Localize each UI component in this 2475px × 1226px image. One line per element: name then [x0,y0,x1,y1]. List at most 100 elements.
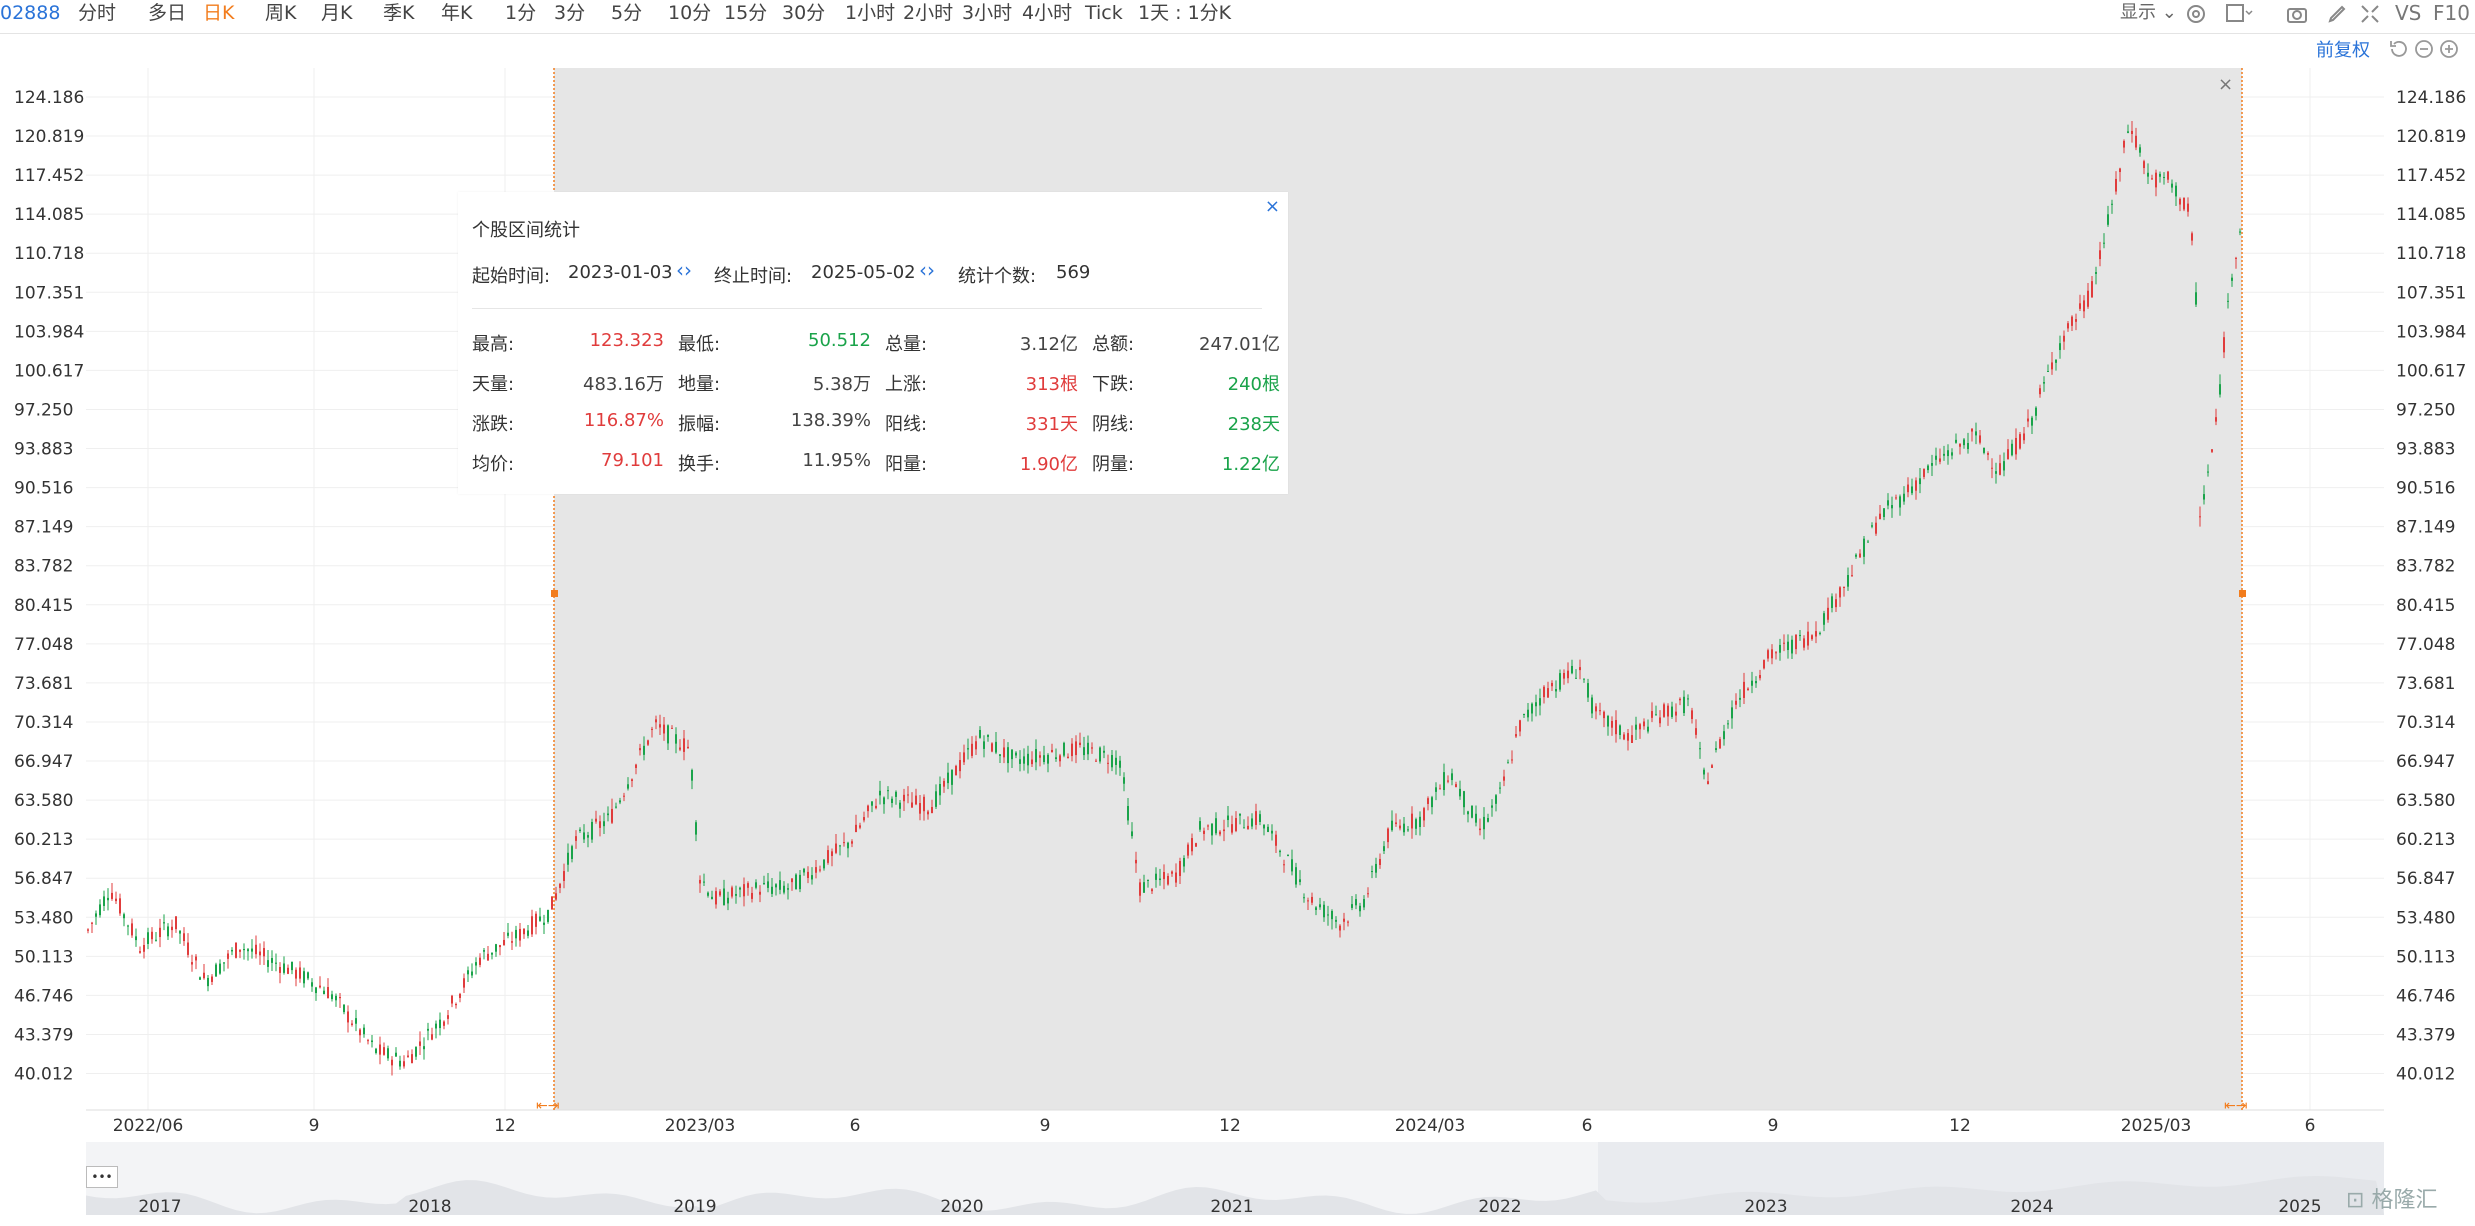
candle-body [711,896,713,900]
candle-body [1127,806,1129,821]
candle-body [499,945,501,948]
candle-body [447,1015,449,1019]
candle-body [2003,461,2005,471]
candle-body [1191,838,1193,852]
y-tick-label: 110.718 [2396,244,2466,264]
candle-body [911,802,913,808]
candle-body [1627,733,1629,741]
candle-body [327,987,329,999]
candle-body [1259,814,1261,822]
candle-body [1175,872,1177,883]
candle-body [1035,749,1037,763]
candle-body [559,883,561,888]
candle-body [1079,742,1081,745]
selection-close-icon[interactable]: × [2218,74,2233,95]
range-end-arrows[interactable]: ⇤⇥ [2224,1098,2247,1114]
end-value[interactable]: 2025-05-02 [811,262,917,283]
kline-chart[interactable]: 124.186 120.819 117.452 114.085 110.718 107.3… [0,0,2475,1226]
candle-body [2031,417,2033,426]
candle-body [1823,613,1825,625]
candle-body [507,932,509,936]
candle-body [1491,805,1493,808]
candle-body [1107,762,1109,764]
brand-watermark: ⊡ 格隆汇 [2346,1182,2437,1214]
candle-body [1439,788,1441,790]
candle-body [819,869,821,871]
candle-body [467,970,469,975]
candle-body [615,806,617,808]
candle-body [1839,587,1841,598]
candle-body [923,796,925,812]
stats-close-icon[interactable]: × [1265,196,1280,217]
x-tick-label: 12 [1219,1116,1241,1136]
candle-body [1139,882,1141,896]
candle-body [1707,781,1709,785]
candle-body [895,791,897,797]
stat-value: 238天 [1227,414,1280,435]
candle-body [1199,821,1201,830]
candle-body [1563,672,1565,679]
candle-body [2123,140,2125,148]
candle-body [123,914,125,919]
candle-body [303,971,305,984]
stat-value: 138.39% [790,410,871,431]
y-tick-label: 107.351 [14,283,84,303]
candle-body [1939,458,1941,462]
candle-body [1807,631,1809,646]
candle-body [655,719,657,723]
candle-body [1727,723,1729,725]
candle-body [1703,769,1705,775]
candle-body [503,939,505,946]
candle-body [603,821,605,827]
candle-body [719,891,721,896]
candle-body [1043,755,1045,763]
y-tick-label: 83.782 [2396,557,2455,577]
overview-menu-button[interactable]: ••• [86,1166,118,1188]
candle-body [1207,825,1209,827]
end-step-icon[interactable]: ‹› [919,258,935,282]
candle-body [1459,788,1461,797]
candle-body [387,1048,389,1059]
candle-body [1235,818,1237,831]
candle-body [2095,272,2097,274]
candle-body [1231,824,1233,833]
candle-body [1739,697,1741,700]
candle-body [2155,172,2157,188]
candle-body [1047,754,1049,764]
candle-body [927,811,929,815]
x-tick-label: 9 [1040,1116,1051,1136]
stat-value: 1.90亿 [1019,454,1078,475]
candle-body [1487,818,1489,822]
candle-body [183,933,185,942]
candle-body [1895,497,1897,499]
x-tick-label: 12 [1949,1116,1971,1136]
candle-body [2119,168,2121,173]
candle-body [1687,698,1689,700]
candle-body [115,898,117,902]
range-end-handle[interactable] [2239,590,2246,597]
candle-body [135,936,137,941]
candle-body [591,821,593,840]
candle-body [975,741,977,750]
candle-body [443,1021,445,1026]
candle-body [139,951,141,953]
candle-body [251,948,253,952]
candle-body [1987,453,1989,455]
start-value[interactable]: 2023-01-03 [568,262,674,283]
candle-body [1483,816,1485,830]
candle-body [175,916,177,930]
candle-body [1711,765,1713,768]
candle-body [1651,711,1653,718]
candle-body [1415,819,1417,829]
y-tick-label: 46.746 [14,986,73,1006]
y-tick-label: 73.681 [2396,674,2455,694]
range-start-arrows[interactable]: ⇤⇥ [536,1098,559,1114]
candle-body [731,887,733,897]
candle-body [1151,889,1153,892]
range-start-handle[interactable] [551,590,558,597]
candle-body [111,892,113,899]
start-step-icon[interactable]: ‹› [676,258,692,282]
candle-body [1239,813,1241,816]
candle-body [1815,631,1817,637]
candle-body [475,962,477,966]
